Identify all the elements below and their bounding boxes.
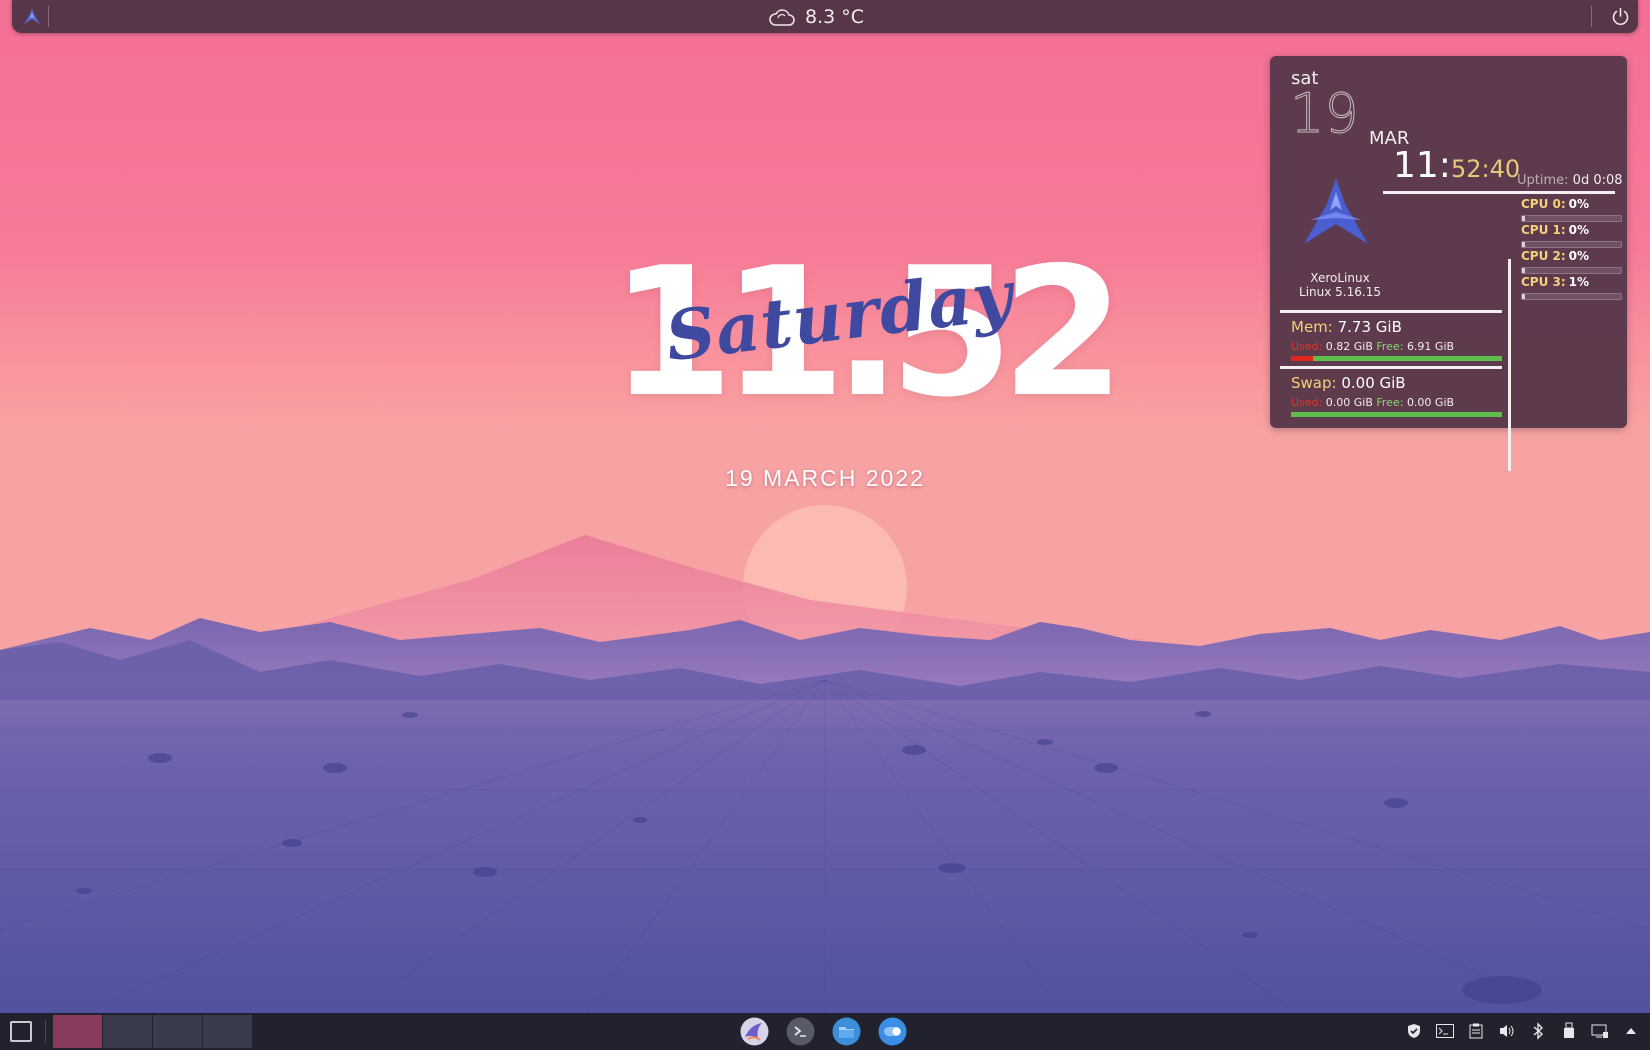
clipboard-icon[interactable]: [1467, 1022, 1485, 1040]
terminal-tray-icon[interactable]: [1436, 1022, 1454, 1040]
system-tray: [1405, 1022, 1640, 1040]
swap-title: Swap: 0.00 GiB: [1291, 374, 1406, 392]
terminal-icon[interactable]: [786, 1017, 815, 1046]
memory-free-value: 6.91 GiB: [1406, 340, 1455, 353]
shield-icon[interactable]: [1405, 1022, 1423, 1040]
swap-free-value: 0.00 GiB: [1406, 396, 1455, 409]
memory-label: Mem:: [1291, 318, 1333, 336]
swap-label: Swap:: [1291, 374, 1337, 392]
swap-free-label: Free:: [1376, 396, 1404, 409]
power-icon[interactable]: [1609, 5, 1632, 28]
cpu-usage-fill: [1522, 294, 1525, 299]
swap-total: 0.00 GiB: [1341, 374, 1406, 392]
panel-separator: [45, 1020, 46, 1043]
pager-desktop-2[interactable]: [103, 1015, 152, 1048]
panel-separator: [1591, 6, 1592, 27]
pager-desktop-3[interactable]: [153, 1015, 202, 1048]
cpu-row: CPU 2: 0%: [1521, 245, 1622, 274]
cpu-row: CPU 0: 0%: [1521, 193, 1622, 222]
conky-kernel-version: Linux 5.16.15: [1299, 285, 1381, 299]
show-desktop-icon[interactable]: [10, 1021, 32, 1042]
conky-system-monitor: sat 19 MAR 11:52:40 Uptime: 0d 0:08 Xero…: [1270, 56, 1627, 471]
memory-title: Mem: 7.73 GiB: [1291, 318, 1402, 336]
settings-toggle-icon[interactable]: [878, 1017, 907, 1046]
conky-vertical-divider: [1508, 259, 1511, 471]
cpu-usage-bar: [1521, 293, 1622, 300]
memory-total: 7.73 GiB: [1337, 318, 1402, 336]
pager-desktop-1[interactable]: [53, 1015, 102, 1048]
weather-widget[interactable]: 8.3 °C: [768, 3, 864, 30]
conky-distro-info: XeroLinux Linux 5.16.15: [1290, 271, 1390, 299]
weather-temperature: 8.3 °C: [805, 5, 865, 28]
usb-icon[interactable]: [1560, 1022, 1578, 1040]
virtual-desktop-pager: [53, 1015, 252, 1048]
cpu-label: CPU 0:: [1521, 197, 1566, 211]
swap-usage-bar: [1291, 412, 1502, 417]
conky-day-number: 19: [1290, 82, 1360, 145]
conky-uptime-label: Uptime:: [1517, 173, 1569, 188]
xerolinux-logo-icon: [1304, 178, 1368, 244]
conky-time-minutes-seconds: 52:40: [1450, 155, 1521, 183]
panel-separator: [48, 6, 49, 27]
cpu-value: 1%: [1568, 275, 1590, 289]
expand-arrow-icon[interactable]: [1622, 1022, 1640, 1040]
file-manager-icon[interactable]: [832, 1017, 861, 1046]
conky-uptime-value: 0d 0:08: [1572, 173, 1623, 188]
conky-distro-name: XeroLinux: [1310, 271, 1370, 285]
cpu-label: CPU 1:: [1521, 223, 1566, 237]
cpu-value: 0%: [1568, 249, 1590, 263]
cpu-value: 0%: [1568, 223, 1590, 237]
conky-time-hours: 11:: [1393, 145, 1451, 186]
taskbar: [740, 1017, 907, 1046]
cpu-row: CPU 1: 0%: [1521, 219, 1622, 248]
conky-time: 11:52:40: [1393, 146, 1520, 189]
cpu-label: CPU 2:: [1521, 249, 1566, 263]
memory-free-label: Free:: [1376, 340, 1404, 353]
bottom-panel: [0, 1013, 1650, 1050]
xerolinux-logo-icon[interactable]: [22, 7, 42, 27]
swap-details: Used: 0.00 GiB Free: 0.00 GiB: [1291, 396, 1454, 409]
bluetooth-icon[interactable]: [1529, 1022, 1547, 1040]
volume-icon[interactable]: [1498, 1022, 1516, 1040]
cpu-value: 0%: [1568, 197, 1590, 211]
memory-details: Used: 0.82 GiB Free: 6.91 GiB: [1291, 340, 1454, 353]
cpu-row: CPU 3: 1%: [1521, 271, 1622, 300]
swap-used-label: Used:: [1291, 396, 1323, 409]
swap-used-value: 0.00 GiB: [1325, 396, 1373, 409]
conky-divider: [1280, 310, 1502, 313]
memory-used-label: Used:: [1291, 340, 1323, 353]
conky-divider: [1280, 366, 1502, 369]
pager-desktop-4[interactable]: [203, 1015, 252, 1048]
memory-used-fill: [1291, 356, 1314, 361]
conky-uptime: Uptime: 0d 0:08: [1517, 173, 1623, 188]
desktop-clock-date: 19 MARCH 2022: [725, 465, 925, 491]
browser-icon[interactable]: [740, 1017, 769, 1046]
cloud-icon: [769, 8, 795, 26]
memory-usage-bar: [1291, 356, 1502, 361]
cpu-label: CPU 3:: [1521, 275, 1566, 289]
top-panel: 8.3 °C: [12, 0, 1638, 33]
network-icon[interactable]: [1591, 1022, 1609, 1040]
memory-used-value: 0.82 GiB: [1325, 340, 1373, 353]
